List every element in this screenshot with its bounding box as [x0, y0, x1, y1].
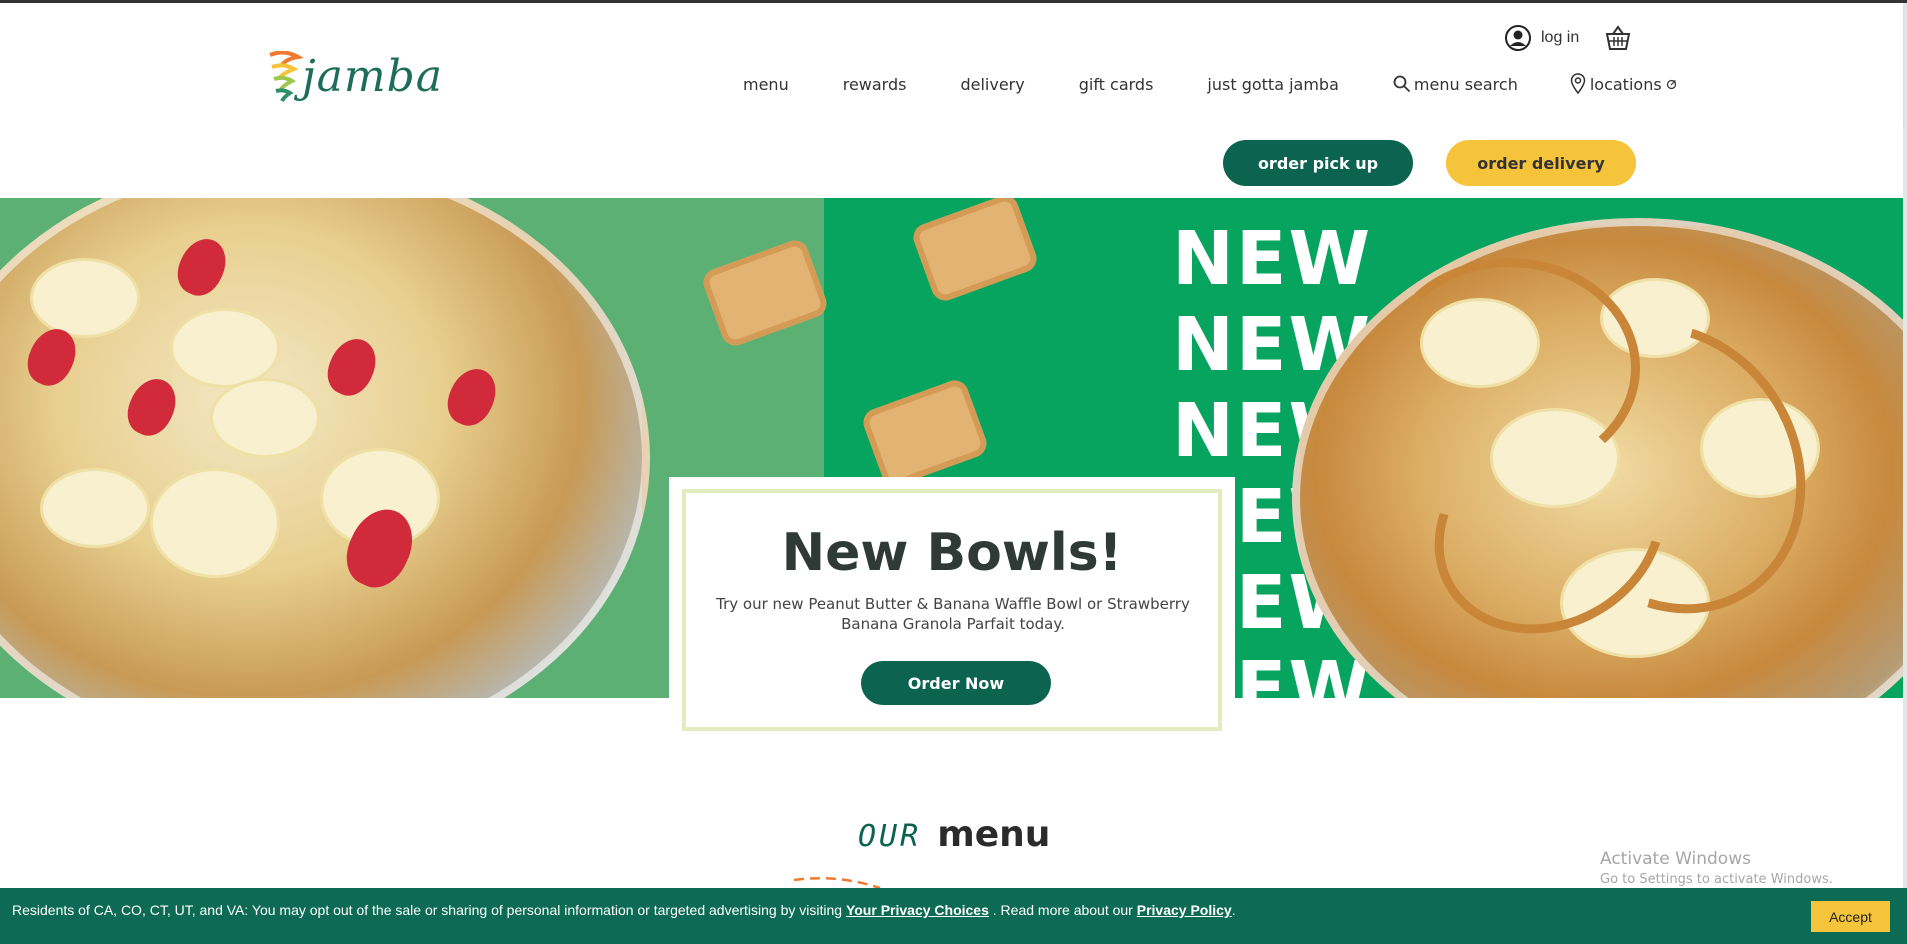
order-pickup-button[interactable]: order pick up [1223, 140, 1413, 186]
cookie-consent-bar: Residents of CA, CO, CT, UT, and VA: You… [0, 888, 1907, 944]
accept-cookies-button[interactable]: Accept [1811, 901, 1890, 932]
external-link-icon [1666, 79, 1676, 89]
logo-swirl-icon [269, 51, 304, 102]
activate-windows-title: Activate Windows [1600, 849, 1751, 869]
cookie-text-middle: . Read more about our [988, 902, 1137, 918]
cookie-text-after: . [1231, 902, 1236, 918]
menu-heading-title: menu [937, 814, 1051, 855]
activate-windows-watermark: Activate Windows Go to Settings to activ… [1600, 849, 1833, 887]
site-header: jamba log in menu rewards delivery gift … [0, 3, 1903, 127]
nav-menu-search[interactable]: menu search [1393, 75, 1518, 94]
menu-section-heading: OUR menu [858, 814, 1050, 855]
order-now-button[interactable]: Order Now [861, 661, 1051, 705]
nav-just-gotta-jamba[interactable]: just gotta jamba [1207, 75, 1338, 94]
cookie-message: Residents of CA, CO, CT, UT, and VA: You… [12, 902, 1236, 918]
privacy-policy-link[interactable]: Privacy Policy [1137, 902, 1232, 918]
logo-text: jamba [302, 51, 443, 102]
banana-slice [210, 378, 320, 458]
basket-icon [1605, 25, 1631, 50]
location-pin-icon [1570, 73, 1586, 95]
cookie-text-before: Residents of CA, CO, CT, UT, and VA: You… [12, 902, 846, 918]
order-delivery-button[interactable]: order delivery [1446, 140, 1636, 186]
nav-locations[interactable]: locations [1570, 73, 1677, 95]
nav-menu[interactable]: menu [743, 75, 789, 94]
login-link[interactable]: log in [1505, 25, 1579, 51]
new-line: NEW [1172, 216, 1373, 302]
promo-title: New Bowls! [781, 523, 1123, 583]
nav-menu-search-label: menu search [1413, 74, 1518, 94]
basket-button[interactable] [1604, 25, 1632, 56]
privacy-choices-link[interactable]: Your Privacy Choices [846, 902, 989, 918]
page-scrollbar[interactable] [1903, 3, 1907, 891]
nav-locations-label: locations [1589, 74, 1662, 94]
promo-card: New Bowls! Try our new Peanut Butter & B… [682, 489, 1222, 731]
nav-gift-cards[interactable]: gift cards [1079, 75, 1154, 94]
nav-rewards[interactable]: rewards [843, 75, 907, 94]
main-nav: menu rewards delivery gift cards just go… [743, 73, 1677, 95]
menu-heading-prefix: OUR [858, 819, 922, 854]
activate-windows-subtitle: Go to Settings to activate Windows. [1600, 872, 1833, 887]
banana-slice [40, 468, 150, 548]
promo-description: Try our new Peanut Butter & Banana Waffl… [716, 595, 1190, 633]
banana-slice [150, 468, 280, 578]
login-label: log in [1541, 29, 1580, 46]
search-icon [1393, 75, 1411, 93]
jamba-logo[interactable]: jamba [264, 51, 442, 115]
nav-delivery[interactable]: delivery [960, 75, 1024, 94]
banana-slice [30, 258, 140, 338]
banana-slice [170, 308, 280, 388]
user-icon [1505, 25, 1531, 51]
